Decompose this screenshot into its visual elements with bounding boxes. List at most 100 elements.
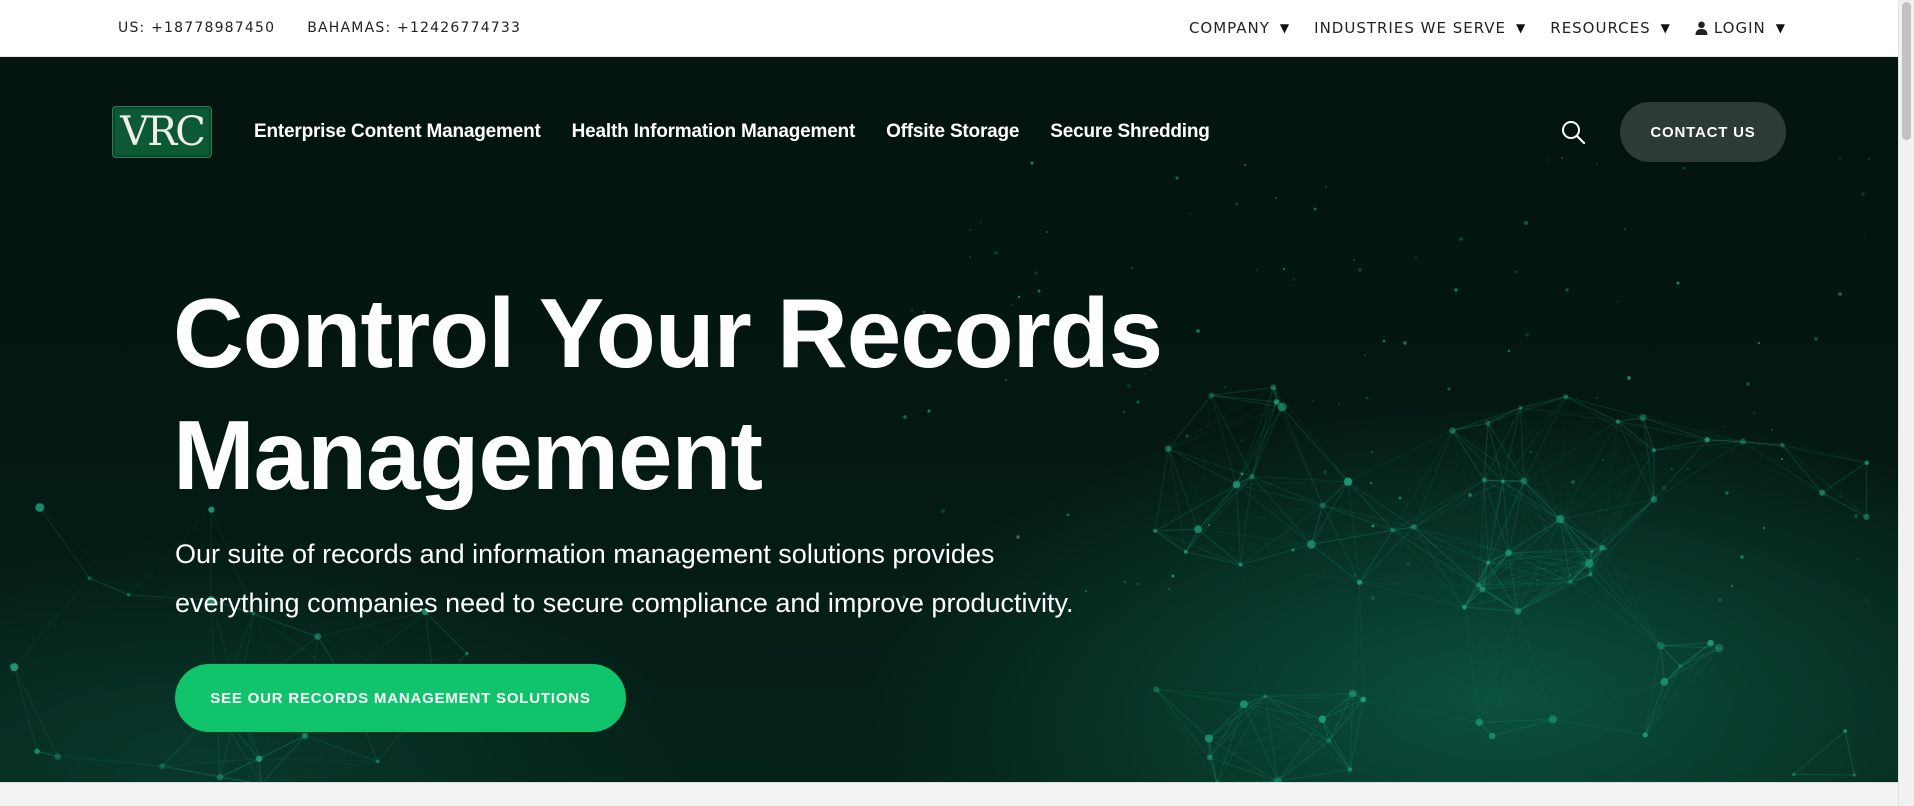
caret-down-icon: ▼ [1775, 21, 1786, 35]
network-node [1194, 525, 1202, 534]
network-node [1514, 607, 1522, 615]
network-node [1462, 604, 1467, 610]
records-management-solutions-button[interactable]: SEE OUR RECORDS MANAGEMENT SOLUTIONS [175, 664, 626, 732]
network-node [1615, 419, 1621, 424]
phone-bahamas-link[interactable]: BAHAMAS: +12426774733 [307, 20, 521, 36]
network-node [1204, 734, 1214, 743]
network-node [1318, 715, 1327, 724]
caret-down-icon: ▼ [1660, 21, 1671, 35]
network-node [1852, 773, 1856, 777]
network-node [1273, 399, 1280, 405]
star-dot [1857, 558, 1859, 560]
star-dot [1868, 158, 1870, 160]
network-node [1590, 549, 1594, 554]
star-dot [1814, 337, 1818, 341]
util-nav-industries[interactable]: INDUSTRIES WE SERVE ▼ [1314, 19, 1526, 37]
star-dot [1525, 333, 1529, 337]
network-node [1740, 438, 1746, 445]
page: US: +18778987450 BAHAMAS: +12426774733 C… [0, 0, 1914, 806]
network-node [1791, 772, 1796, 777]
contact-us-button[interactable]: CONTACT US [1620, 102, 1786, 162]
network-node [1343, 477, 1353, 486]
star-dot [1861, 192, 1865, 196]
star-dot [1293, 284, 1295, 286]
network-node [1390, 527, 1396, 533]
scrollbar-thumb[interactable] [1902, 2, 1911, 140]
network-node [1326, 738, 1332, 744]
star-dot [1780, 457, 1784, 461]
vrc-logo[interactable]: VRC [112, 106, 212, 158]
network-node [35, 503, 45, 512]
network-node [1207, 754, 1213, 761]
nav-enterprise-content-management[interactable]: Enterprise Content Management [254, 121, 541, 143]
star-dot [1207, 523, 1211, 527]
network-node [1863, 513, 1870, 521]
star-dot [1839, 157, 1841, 159]
network-node [1479, 586, 1486, 593]
star-dot [1415, 257, 1417, 259]
phone-us-link[interactable]: US: +18778987450 [118, 20, 275, 36]
network-node [87, 576, 92, 581]
star-dot [1746, 382, 1750, 386]
utility-nav: COMPANY ▼ INDUSTRIES WE SERVE ▼ RESOURCE… [1189, 19, 1786, 37]
network-node [1348, 689, 1357, 698]
network-node [1518, 406, 1523, 410]
network-node [1584, 559, 1594, 568]
network-node [54, 753, 62, 760]
network-node [159, 763, 166, 769]
page-scrollbar[interactable] [1898, 0, 1914, 806]
network-node [1556, 514, 1565, 524]
star-dot [1403, 341, 1407, 345]
network-node [1307, 540, 1316, 549]
network-node [1650, 496, 1658, 503]
search-icon[interactable] [1560, 119, 1586, 145]
nav-right: CONTACT US [1560, 102, 1786, 162]
nav-health-information-management[interactable]: Health Information Management [572, 121, 856, 143]
network-node [1153, 686, 1160, 693]
star-dot [1370, 482, 1372, 484]
caret-down-icon: ▼ [1279, 21, 1291, 35]
star-dot [1130, 266, 1134, 270]
star-dot [1046, 231, 1048, 233]
star-dot [969, 229, 971, 231]
star-dot [1175, 176, 1179, 180]
star-dot [1507, 349, 1511, 353]
network-node [1357, 579, 1363, 585]
network-node [1481, 477, 1487, 483]
star-dot [1371, 524, 1375, 528]
star-dot [1256, 269, 1258, 271]
primary-nav-links: Enterprise Content Management Health Inf… [254, 121, 1210, 143]
star-dot [1468, 493, 1472, 497]
nav-offsite-storage[interactable]: Offsite Storage [886, 121, 1019, 143]
star-dot [1406, 562, 1410, 566]
main-nav: VRC Enterprise Content Management Health… [112, 102, 1786, 162]
util-nav-company[interactable]: COMPANY ▼ [1189, 19, 1290, 37]
network-node [1501, 479, 1505, 484]
star-dot [1866, 599, 1868, 601]
util-nav-label: RESOURCES [1550, 19, 1651, 37]
star-dot [1771, 429, 1773, 431]
network-node [1476, 582, 1482, 588]
hero-section: VRC Enterprise Content Management Health… [0, 57, 1898, 782]
star-dot [1324, 570, 1326, 572]
star-dot [1596, 163, 1598, 165]
star-dot [1323, 470, 1327, 474]
star-dot [1596, 397, 1598, 399]
network-node [314, 633, 322, 641]
star-dot [969, 256, 971, 258]
star-dot [1524, 221, 1528, 225]
star-dot [1757, 341, 1761, 345]
network-node [1660, 677, 1669, 686]
star-dot [1682, 166, 1686, 170]
nav-secure-shredding[interactable]: Secure Shredding [1050, 121, 1210, 143]
network-node [1520, 477, 1528, 485]
util-nav-resources[interactable]: RESOURCES ▼ [1550, 19, 1671, 37]
network-node [1410, 524, 1417, 531]
star-dot [1530, 451, 1532, 453]
util-nav-login[interactable]: LOGIN ▼ [1695, 19, 1786, 37]
hero-subheading: Our suite of records and information man… [175, 530, 1175, 628]
star-dot [1604, 547, 1608, 551]
star-dot [1625, 575, 1627, 577]
util-nav-label: INDUSTRIES WE SERVE [1314, 19, 1507, 37]
star-dot [1338, 403, 1340, 405]
